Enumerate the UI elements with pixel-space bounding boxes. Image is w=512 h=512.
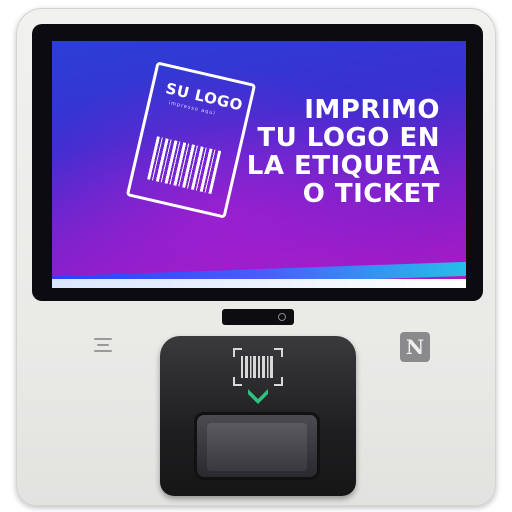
scanner-glass — [207, 423, 307, 471]
arrow-down-icon — [248, 389, 268, 404]
headline-line: TU LOGO EN — [257, 123, 440, 153]
barcode-icon — [147, 136, 222, 194]
headline-line: O TICKET — [302, 179, 440, 209]
barcode-scan-icon — [233, 348, 283, 386]
speaker-icon — [94, 338, 112, 356]
headline: IMPRIMO TU LOGO EN LA ETIQUETA O TICKET — [230, 96, 440, 208]
headline-line: IMPRIMO — [304, 95, 440, 125]
nfc-symbol: N — [405, 335, 425, 359]
display-screen[interactable]: SU LOGO impresso aqui IMPRIMO TU LOGO EN… — [52, 41, 466, 288]
headline-line: LA ETIQUETA — [246, 151, 440, 181]
camera-lens — [278, 313, 286, 321]
nfc-icon: N — [400, 332, 430, 362]
camera-icon — [222, 309, 294, 325]
screen-accent-band-light — [52, 279, 466, 288]
scanner-window — [194, 412, 320, 480]
